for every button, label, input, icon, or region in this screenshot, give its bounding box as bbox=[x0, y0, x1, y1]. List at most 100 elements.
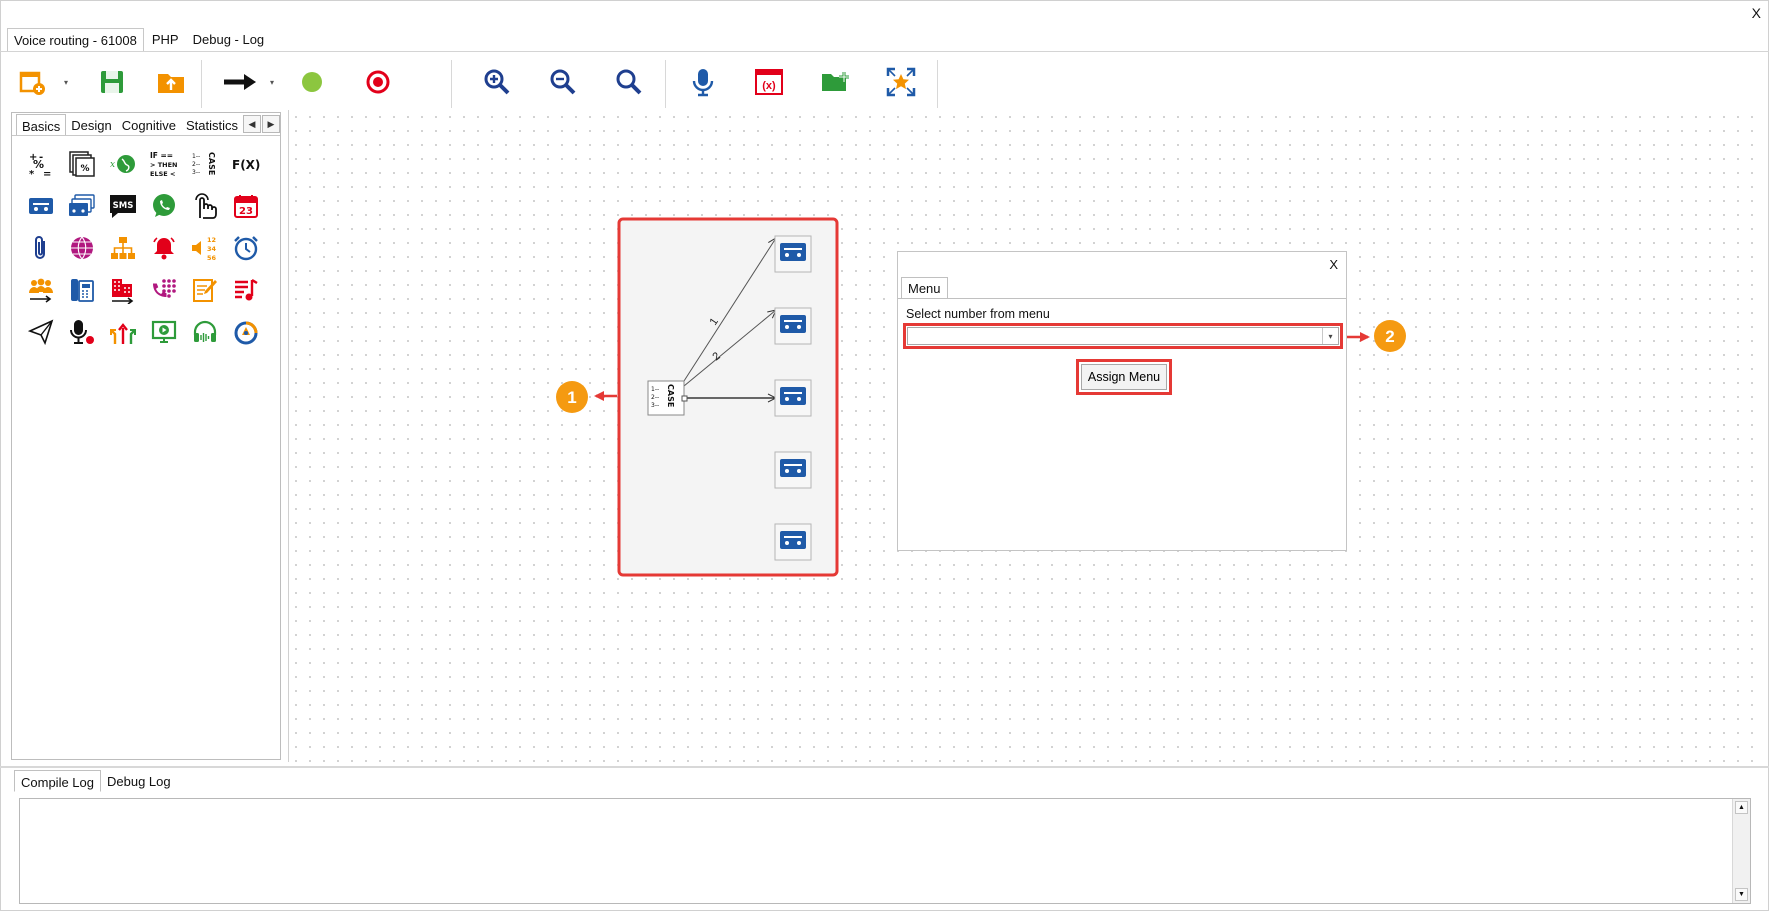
percent-stack-icon[interactable]: % bbox=[61, 143, 102, 185]
menu-dialog: X Menu Select number from menu ▾ Assign … bbox=[897, 251, 1347, 551]
alarm-clock-icon[interactable] bbox=[225, 227, 266, 269]
touch-dtmf-icon[interactable] bbox=[184, 185, 225, 227]
palette-scroll-right-icon[interactable]: ▶ bbox=[262, 115, 280, 133]
desk-phone-icon[interactable] bbox=[61, 269, 102, 311]
timer-ring-icon[interactable] bbox=[225, 311, 266, 353]
svg-text:1--: 1-- bbox=[192, 153, 200, 160]
svg-text:x: x bbox=[110, 160, 115, 170]
attachment-clip-icon[interactable] bbox=[20, 227, 61, 269]
menu-number-select[interactable]: ▾ bbox=[903, 323, 1343, 349]
svg-text:2--: 2-- bbox=[192, 161, 200, 168]
compile-log-output[interactable]: ▲ ▼ bbox=[19, 798, 1751, 904]
svg-text:23: 23 bbox=[239, 206, 253, 217]
palette-tabs: Basics Design Cognitive Statistics bbox=[16, 114, 243, 136]
music-playlist-icon[interactable] bbox=[225, 269, 266, 311]
toolbar-separator bbox=[451, 60, 452, 108]
palette-tab-statistics[interactable]: Statistics bbox=[181, 114, 243, 136]
svg-text:(x): (x) bbox=[762, 80, 776, 92]
new-flow-icon[interactable] bbox=[10, 60, 54, 104]
svg-text:> THEN: > THEN bbox=[150, 161, 177, 169]
zoom-in-icon[interactable] bbox=[475, 60, 519, 104]
svg-text:12: 12 bbox=[207, 236, 216, 244]
palette-tab-divider bbox=[12, 135, 280, 136]
tab-compile-log[interactable]: Compile Log bbox=[14, 770, 101, 792]
toolbar: ▾ ▾ (x) bbox=[10, 56, 940, 110]
log-tabs: Compile Log Debug Log bbox=[14, 770, 177, 792]
palette-icon-grid: + -% * = % x IF == > THEN ELSE < 1-- 2-- 3-- CAS… bbox=[20, 143, 272, 353]
svg-text:34: 34 bbox=[207, 245, 217, 253]
toolbar-separator bbox=[665, 60, 666, 108]
zoom-fit-icon[interactable] bbox=[607, 60, 651, 104]
globe-web-icon[interactable] bbox=[61, 227, 102, 269]
hierarchy-icon[interactable] bbox=[102, 227, 143, 269]
dialog-tab-menu[interactable]: Menu bbox=[901, 277, 948, 299]
palette-tab-design[interactable]: Design bbox=[66, 114, 116, 136]
toolbar-separator bbox=[937, 60, 938, 108]
fit-screen-star-icon[interactable] bbox=[879, 60, 923, 104]
function-fx-icon[interactable]: F(X) bbox=[225, 143, 266, 185]
queue-agents-icon[interactable] bbox=[20, 269, 61, 311]
component-palette: Basics Design Cognitive Statistics ◀ ▶ +… bbox=[11, 112, 281, 760]
upload-icon[interactable] bbox=[149, 60, 193, 104]
case-icon-label: CASE bbox=[207, 152, 216, 175]
scroll-up-icon[interactable]: ▲ bbox=[1735, 801, 1748, 814]
svg-text:=: = bbox=[43, 169, 51, 178]
palette-tab-cognitive[interactable]: Cognitive bbox=[117, 114, 181, 136]
microphone-icon[interactable] bbox=[681, 60, 725, 104]
split-route-icon[interactable] bbox=[102, 311, 143, 353]
voicemail-cassette-icon[interactable] bbox=[20, 185, 61, 227]
document-tabs: Voice routing - 61008 PHP Debug - Log bbox=[7, 28, 272, 52]
new-dropdown-caret-icon[interactable]: ▾ bbox=[64, 78, 74, 88]
svg-text:3--: 3-- bbox=[192, 169, 200, 176]
dialog-close-button[interactable]: X bbox=[1329, 257, 1338, 272]
edit-note-icon[interactable] bbox=[184, 269, 225, 311]
tab-divider bbox=[0, 51, 1769, 52]
tab-php[interactable]: PHP bbox=[146, 28, 185, 52]
chevron-down-icon[interactable]: ▾ bbox=[1322, 328, 1338, 344]
svg-text:56: 56 bbox=[207, 254, 217, 262]
svg-text:SMS: SMS bbox=[112, 201, 133, 211]
connector-arrow-icon[interactable] bbox=[218, 60, 262, 104]
calendar-icon[interactable]: 23 bbox=[225, 185, 266, 227]
tab-debug-log[interactable]: Debug - Log bbox=[187, 28, 271, 52]
send-paper-plane-icon[interactable] bbox=[20, 311, 61, 353]
svg-text:IF ==: IF == bbox=[150, 151, 173, 160]
math-operators-icon[interactable]: + -% * = bbox=[20, 143, 61, 185]
headset-audio-icon[interactable] bbox=[184, 311, 225, 353]
scroll-down-icon[interactable]: ▼ bbox=[1735, 888, 1748, 901]
window-close-button[interactable]: X bbox=[1752, 5, 1761, 21]
variable-globe-icon[interactable]: x bbox=[102, 143, 143, 185]
voicemail-stack-icon[interactable] bbox=[61, 185, 102, 227]
tab-voice-routing[interactable]: Voice routing - 61008 bbox=[7, 28, 144, 52]
building-transfer-icon[interactable] bbox=[102, 269, 143, 311]
log-panel-divider[interactable] bbox=[0, 766, 1769, 768]
svg-text:F(X): F(X) bbox=[232, 158, 260, 172]
svg-text:%: % bbox=[80, 164, 89, 174]
if-then-else-icon[interactable]: IF == > THEN ELSE < bbox=[143, 143, 184, 185]
svg-text:ELSE <: ELSE < bbox=[150, 170, 175, 178]
sms-icon[interactable]: SMS bbox=[102, 185, 143, 227]
connector-dropdown-caret-icon[interactable]: ▾ bbox=[270, 78, 280, 88]
toolbar-separator bbox=[201, 60, 202, 108]
green-dot-icon[interactable] bbox=[290, 60, 334, 104]
speak-numbers-icon[interactable]: 12 34 56 bbox=[184, 227, 225, 269]
palette-tab-basics[interactable]: Basics bbox=[16, 114, 67, 136]
dialog-body: Select number from menu ▾ Assign Menu bbox=[898, 298, 1346, 550]
alarm-bell-icon[interactable] bbox=[143, 227, 184, 269]
whatsapp-icon[interactable] bbox=[143, 185, 184, 227]
save-icon[interactable] bbox=[90, 60, 134, 104]
assign-menu-button[interactable]: Assign Menu bbox=[1076, 359, 1172, 395]
variables-icon[interactable]: (x) bbox=[747, 60, 791, 104]
palette-scroll-left-icon[interactable]: ◀ bbox=[243, 115, 261, 133]
zoom-out-icon[interactable] bbox=[541, 60, 585, 104]
phone-keypad-icon[interactable] bbox=[143, 269, 184, 311]
log-scrollbar[interactable]: ▲ ▼ bbox=[1732, 799, 1750, 903]
record-microphone-icon[interactable] bbox=[61, 311, 102, 353]
add-folder-icon[interactable] bbox=[813, 60, 857, 104]
video-screen-icon[interactable] bbox=[143, 311, 184, 353]
tab-debug-log-panel[interactable]: Debug Log bbox=[101, 770, 177, 792]
case-icon[interactable]: 1-- 2-- 3-- CASE bbox=[184, 143, 225, 185]
target-record-icon[interactable] bbox=[356, 60, 400, 104]
svg-text:*: * bbox=[29, 169, 35, 178]
select-number-label: Select number from menu bbox=[906, 307, 1050, 321]
